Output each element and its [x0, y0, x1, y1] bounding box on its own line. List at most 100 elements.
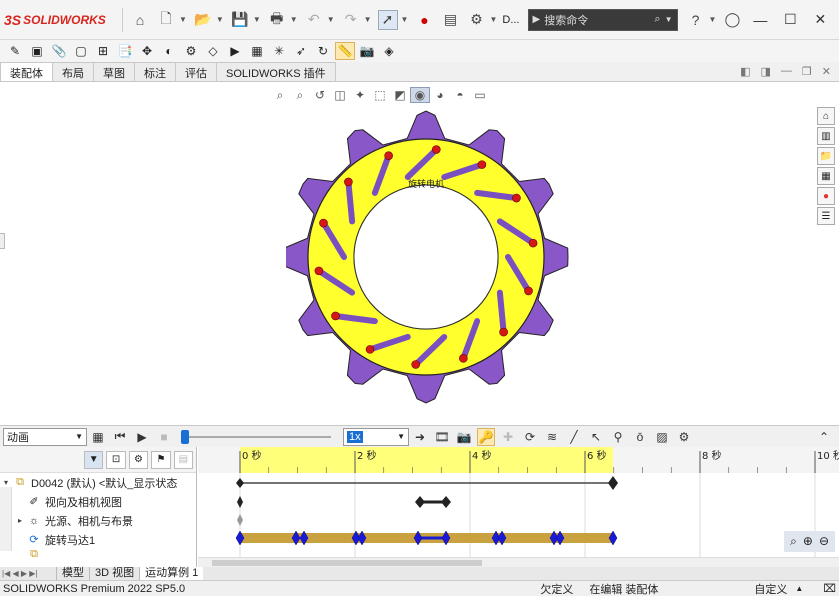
scroll-thumb[interactable] [212, 560, 482, 566]
filter-animated-icon[interactable]: ⊡ [106, 450, 126, 469]
playback-mode-icon[interactable]: ➜ [411, 428, 429, 446]
reference-geometry-icon[interactable]: ◇ [203, 42, 223, 60]
playback-slider[interactable] [181, 428, 331, 446]
smart-fasteners-icon[interactable]: 📑 [115, 42, 135, 60]
collapse-doc-icon[interactable]: ◨ [761, 65, 771, 78]
results-plots-icon[interactable]: ▨ [653, 428, 671, 446]
add-key-icon[interactable]: ✚ [499, 428, 517, 446]
update-speedpak-icon[interactable]: ↻ [313, 42, 333, 60]
force-icon[interactable]: ↖ [587, 428, 605, 446]
chevron-down-icon[interactable]: ▼ [489, 15, 497, 24]
slider-thumb[interactable] [181, 429, 189, 444]
home-icon[interactable]: ⌂ [130, 10, 150, 30]
stop-icon[interactable]: ■ [155, 428, 173, 446]
new-motion-study-icon[interactable]: ▶ [225, 42, 245, 60]
rotating-motor-assembly[interactable]: 旋转电机 [286, 107, 576, 407]
file-explorer-icon[interactable]: 📁 [817, 147, 835, 165]
rebuild-icon[interactable]: ⌧ [823, 582, 836, 595]
tab-3d-view[interactable]: 3D 视图 [89, 567, 139, 580]
unit-system[interactable]: 自定义 [754, 581, 787, 597]
key-point[interactable] [237, 514, 243, 526]
autokey-icon[interactable]: 🔑 [477, 427, 495, 446]
component-preview-icon[interactable]: ▢ [71, 42, 91, 60]
hide-show-items-icon[interactable]: ◉ [410, 87, 430, 103]
motion-study-properties-icon[interactable]: ⚙ [675, 428, 693, 446]
timeline-hscroll[interactable] [198, 557, 839, 567]
section-view-icon[interactable]: ◫ [330, 88, 350, 102]
tab-assembly[interactable]: 装配体 [0, 62, 53, 81]
account-icon[interactable]: ◯ [722, 10, 742, 30]
chevron-down-icon[interactable]: ▾ [0, 478, 12, 487]
tree-row-motor[interactable]: ⟳ 旋转马达1 [0, 530, 196, 549]
zoom-to-fit-icon[interactable]: ⌕ [790, 534, 797, 549]
solidworks-resources-icon[interactable]: ⌂ [817, 107, 835, 125]
take-snapshot-icon[interactable]: 📷 [357, 42, 377, 60]
show-hidden-icon[interactable]: ◐ [159, 42, 179, 60]
help-icon[interactable]: ? [686, 10, 706, 30]
apply-scene-icon[interactable]: ◓ [450, 88, 470, 102]
filter-selected-icon[interactable]: ⚑ [151, 450, 171, 469]
move-component-icon[interactable]: ✥ [137, 42, 157, 60]
key-point[interactable] [415, 496, 425, 508]
contact-icon[interactable]: ⚲ [609, 428, 627, 446]
key-point[interactable] [237, 496, 243, 508]
playback-speed-select[interactable]: 1x ▼ [343, 427, 409, 446]
display-style-icon[interactable]: ◩ [390, 88, 410, 102]
spring-icon[interactable]: ≋ [543, 428, 561, 446]
close-button[interactable]: ✕ [805, 5, 835, 35]
timeline-area[interactable]: 0 秒 2 秒 4 秒 6 秒 8 秒 10 秒 ⌕ ⊕ ⊖ [198, 447, 839, 567]
save-animation-icon[interactable]: 🎞 [433, 428, 451, 446]
play-from-start-icon[interactable]: ⏮ [111, 428, 129, 446]
restore-doc-icon[interactable]: ◧ [740, 65, 750, 78]
previous-view-icon[interactable]: ↺ [310, 88, 330, 102]
chevron-down-icon[interactable]: ▼ [364, 15, 372, 24]
settings-icon[interactable]: ⚙ [466, 10, 486, 30]
design-library-icon[interactable]: ▥ [817, 127, 835, 145]
tab-layout[interactable]: 布局 [52, 62, 94, 81]
measure-icon[interactable]: 📏 [335, 42, 355, 60]
zoom-in-icon[interactable]: ⊕ [803, 534, 813, 549]
dynamic-annotation-icon[interactable]: ✦ [350, 88, 370, 102]
edit-component-icon[interactable]: ✎ [5, 42, 25, 60]
custom-properties-icon[interactable]: ☰ [817, 207, 835, 225]
chevron-down-icon[interactable]: ▼ [216, 15, 224, 24]
appearances-icon[interactable]: ● [817, 187, 835, 205]
tab-evaluate[interactable]: 评估 [175, 62, 217, 81]
graphics-area[interactable]: ⌕ ⌕ ↺ ◫ ✦ ⬚ ◩ ◉ ◕ ◓ ▭ 旋转电机 ⌂ ▥ 📁 ▦ ● ☰ [0, 83, 839, 423]
maximize-button[interactable]: ☐ [775, 5, 805, 35]
instant3d-icon[interactable]: ➶ [291, 42, 311, 60]
view-settings-icon[interactable]: ▭ [470, 88, 490, 102]
filter-results-icon[interactable]: ▤ [173, 450, 194, 469]
exploded-view-icon[interactable]: ✳ [269, 42, 289, 60]
animation-wizard-icon[interactable]: 📷 [455, 428, 473, 446]
key-point[interactable] [441, 496, 451, 508]
tree-row-assembly[interactable]: ▾ ⧉ D0042 (默认) <默认_显示状态 [0, 473, 196, 492]
search-input[interactable]: 搜索命令 [540, 12, 654, 28]
chevron-down-icon[interactable]: ▼ [709, 15, 717, 24]
tree-row-lights[interactable]: ▸ ☼ 光源、相机与布景 [0, 511, 196, 530]
view-palette-icon[interactable]: ▦ [817, 167, 835, 185]
linear-pattern-icon[interactable]: ⊞ [93, 42, 113, 60]
tab-sketch[interactable]: 草图 [93, 62, 135, 81]
chevron-down-icon[interactable]: ▼ [253, 15, 261, 24]
damper-icon[interactable]: ╱ [565, 428, 583, 446]
insert-component-icon[interactable]: ▣ [27, 42, 47, 60]
tab-motion-study[interactable]: 运动算例 1 [139, 567, 204, 580]
tab-markup[interactable]: 标注 [134, 62, 176, 81]
select-pointer-icon[interactable]: ➚ [377, 9, 398, 30]
view-orientation-icon[interactable]: ⬚ [370, 88, 390, 102]
chevron-down-icon[interactable]: ▼ [401, 15, 409, 24]
tab-model[interactable]: 模型 [56, 567, 89, 580]
motor-icon[interactable]: ⟳ [521, 428, 539, 446]
edit-appearance-icon[interactable]: ◕ [430, 88, 450, 102]
maximize-doc-icon[interactable]: ❐ [802, 65, 812, 78]
minimize-button[interactable]: — [745, 5, 775, 35]
key-point[interactable] [608, 476, 618, 490]
tab-nav-arrows[interactable]: |◀ ◀ ▶ ▶| [0, 569, 56, 578]
calculate-icon[interactable]: ▦ [89, 428, 107, 446]
study-type-select[interactable]: 动画 ▼ [3, 427, 87, 446]
new-file-icon[interactable]: 🗋 [156, 10, 176, 30]
zoom-to-area-icon[interactable]: ⌕ [290, 88, 310, 103]
tree-row-views[interactable]: ✐ 视向及相机视图 [0, 492, 196, 511]
command-search[interactable]: ▶ 搜索命令 ⌕ ▼ [527, 8, 678, 31]
